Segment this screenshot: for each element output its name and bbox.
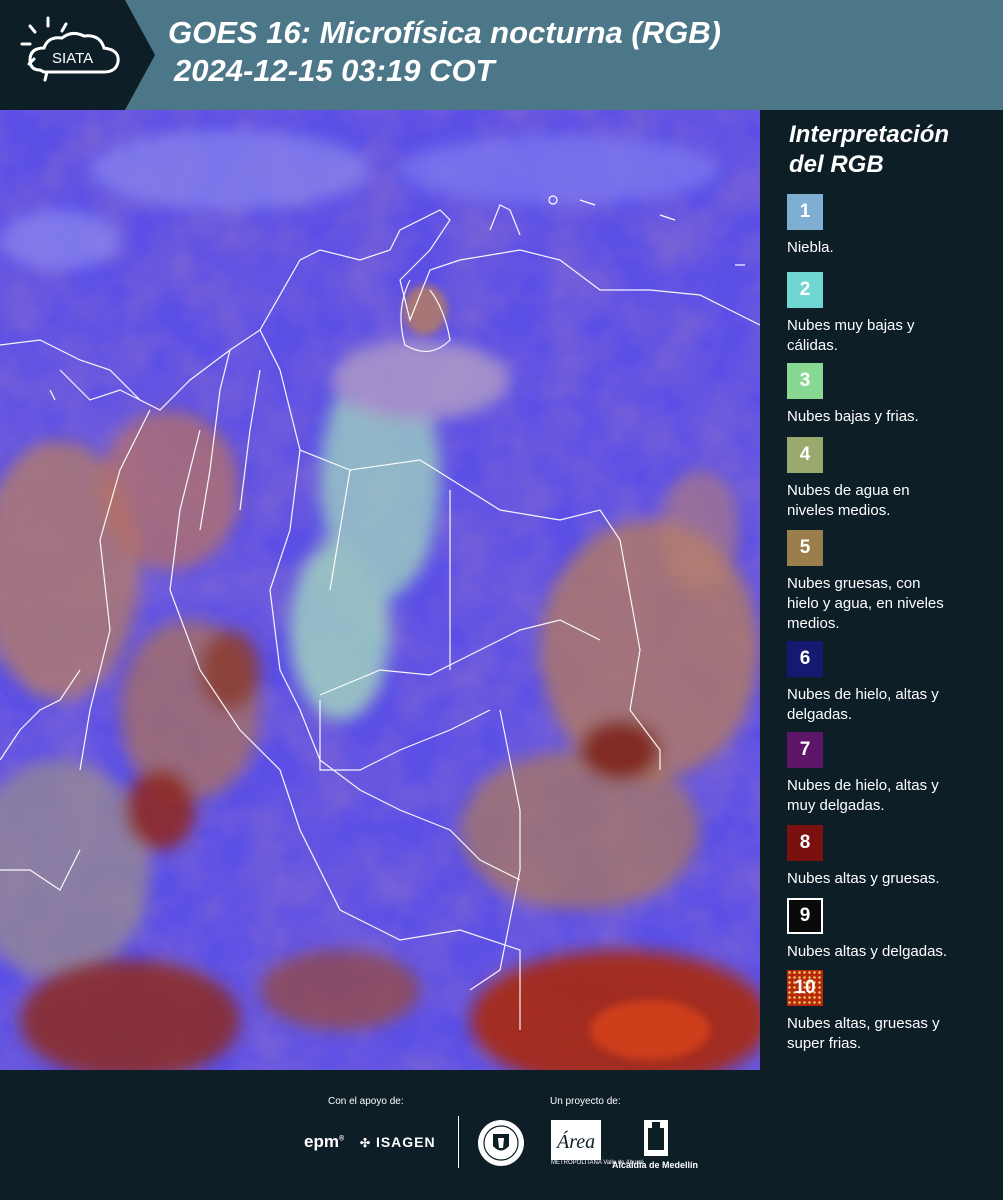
legend-item-5: 5 Nubes gruesas, con hielo y agua, en ni… (787, 530, 997, 634)
legend-label-1: Niebla. (787, 239, 834, 256)
project-label: Un proyecto de: (550, 1096, 621, 1107)
epm-logo: epm® (304, 1132, 345, 1151)
legend-label-6: Nubes de hielo, altas y delgadas. (787, 686, 939, 723)
logo-text: SIATA (52, 50, 93, 67)
footer-divider (458, 1116, 459, 1168)
legend-label-9: Nubes altas y delgadas. (787, 943, 948, 960)
legend-title-line-2: del RGB (789, 151, 884, 178)
legend-item-4: 4 Nubes de agua en niveles medios. (787, 437, 997, 521)
legend-label-8: Nubes altas y gruesas. (787, 870, 940, 887)
support-label: Con el apoyo de: (328, 1096, 404, 1107)
legend-panel: Interpretación del RGB 1 Niebla. 2 Nubes… (760, 110, 1003, 1070)
legend-item-3: 3 Nubes bajas y frias. (787, 363, 997, 427)
legend-title: Interpretación del RGB (789, 120, 949, 180)
legend-label-10: Nubes altas, gruesas y super frias. (787, 1015, 940, 1052)
isagen-logo: ✣ ISAGEN (360, 1134, 436, 1150)
legend-swatch-2: 2 (787, 272, 823, 308)
alcaldia-medellin-text: Alcaldía de Medellín (612, 1160, 699, 1170)
footer: Con el apoyo de: Un proyecto de: epm® ✣ … (0, 1070, 1003, 1200)
legend-item-8: 8 Nubes altas y gruesas. (787, 825, 997, 889)
legend-item-7: 7 Nubes de hielo, altas y muy delgadas. (787, 732, 997, 816)
legend-label-2: Nubes muy bajas y cálidas. (787, 317, 915, 354)
legend-item-6: 6 Nubes de hielo, altas y delgadas. (787, 641, 997, 725)
siata-logo: SIATA (0, 0, 155, 110)
legend-label-3: Nubes bajas y frias. (787, 408, 919, 425)
legend-item-10: 10 Nubes altas, gruesas y super frias. (787, 970, 997, 1054)
isagen-icon: ✣ (360, 1136, 372, 1150)
legend-item-1: 1 Niebla. (787, 194, 997, 258)
legend-swatch-4: 4 (787, 437, 823, 473)
legend-swatch-10: 10 (787, 970, 823, 1006)
legend-label-7: Nubes de hielo, altas y muy delgadas. (787, 777, 939, 814)
legend-item-2: 2 Nubes muy bajas y cálidas. (787, 272, 997, 356)
legend-item-9: 9 Nubes altas y delgadas. (787, 898, 997, 962)
legend-swatch-5: 5 (787, 530, 823, 566)
legend-swatch-8: 8 (787, 825, 823, 861)
satellite-map (0, 110, 760, 1070)
medellin-seal-icon (478, 1120, 524, 1166)
title-line-2: 2024-12-15 03:19 COT (174, 53, 495, 88)
area-metropolitana-logo: Área (551, 1120, 601, 1160)
legend-swatch-1: 1 (787, 194, 823, 230)
legend-title-line-1: Interpretación (789, 121, 950, 148)
legend-swatch-6: 6 (787, 641, 823, 677)
legend-label-4: Nubes de agua en niveles medios. (787, 482, 910, 519)
legend-swatch-3: 3 (787, 363, 823, 399)
legend-swatch-7: 7 (787, 732, 823, 768)
title-line-1: GOES 16: Microfísica nocturna (RGB) (168, 15, 721, 50)
legend-swatch-9: 9 (787, 898, 823, 934)
page-title: GOES 16: Microfísica nocturna (RGB) 2024… (168, 14, 721, 90)
header: SIATA GOES 16: Microfísica nocturna (RGB… (0, 0, 1003, 110)
alcaldia-medellin-icon (644, 1120, 668, 1156)
svg-text:Área: Área (555, 1130, 595, 1153)
legend-label-5: Nubes gruesas, con hielo y agua, en nive… (787, 575, 944, 632)
